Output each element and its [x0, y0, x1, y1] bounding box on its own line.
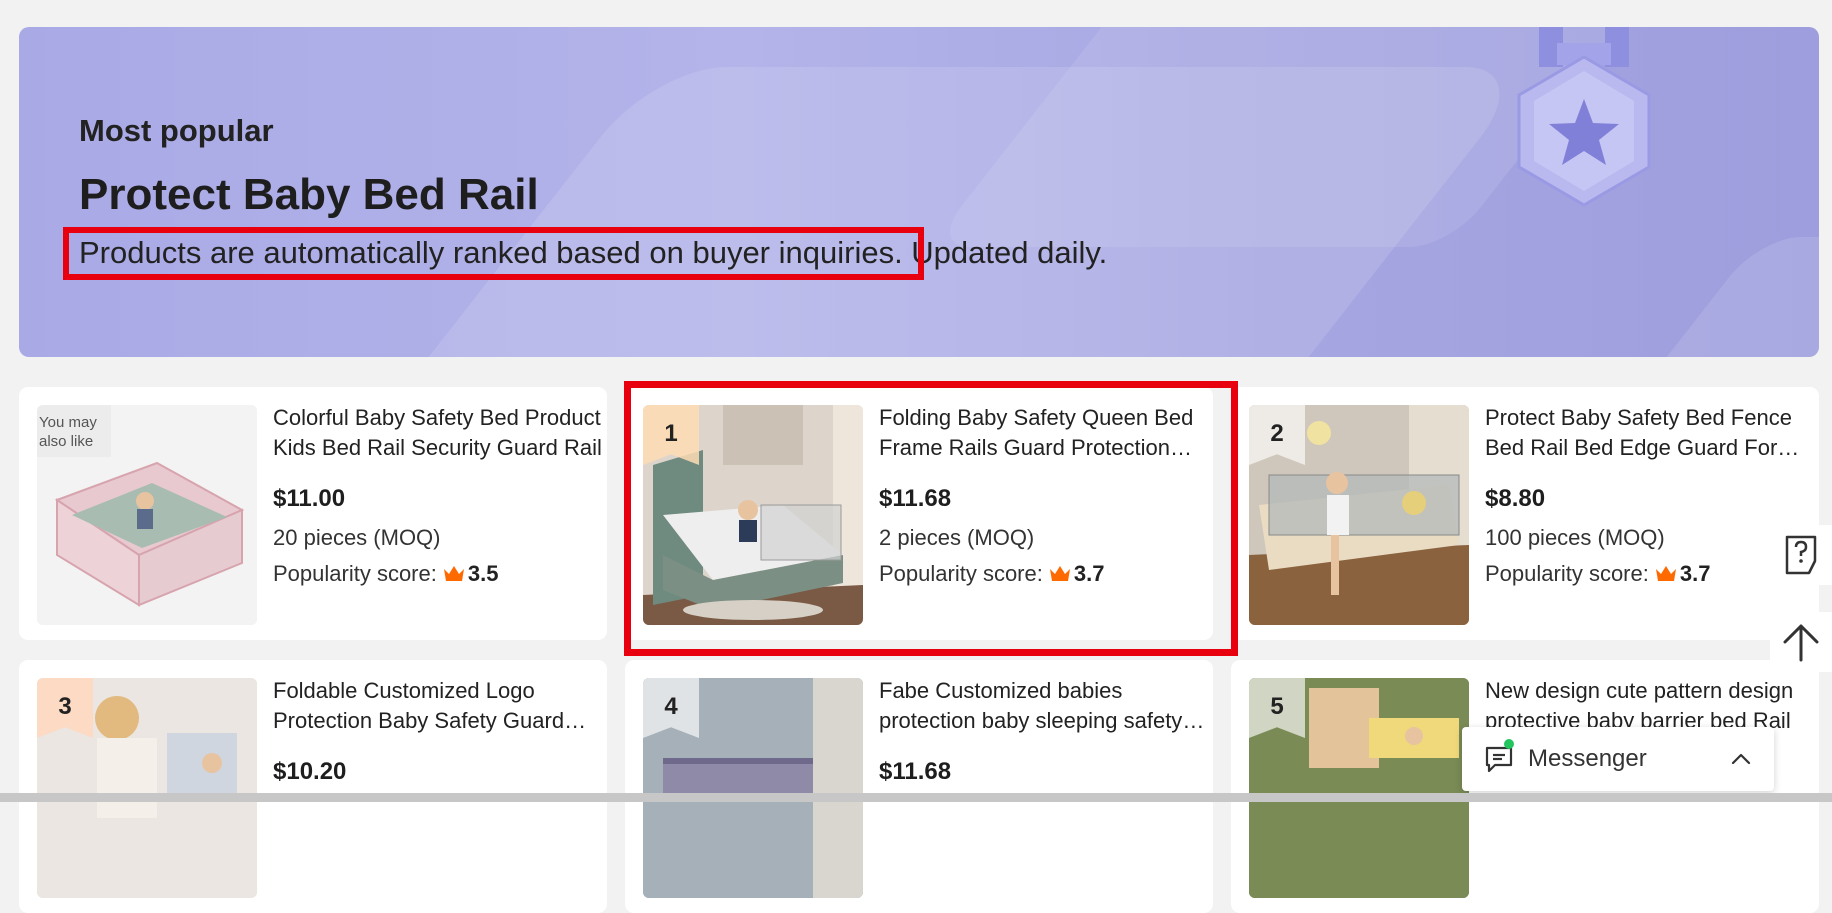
help-button[interactable]: [1770, 525, 1832, 585]
product-image[interactable]: 3: [37, 678, 257, 898]
horizontal-scrollbar[interactable]: [0, 793, 1832, 802]
product-image[interactable]: 5: [1249, 678, 1469, 898]
product-price: $11.68: [879, 485, 952, 512]
product-image[interactable]: 2: [1249, 405, 1469, 625]
popularity-label: Popularity score:: [879, 561, 1043, 586]
help-icon: [1785, 535, 1817, 575]
online-status-dot: [1504, 739, 1514, 749]
arrow-up-icon: [1783, 624, 1819, 662]
popularity-value: 3.7: [1073, 561, 1105, 586]
product-title[interactable]: Colorful Baby Safety Bed Product Kids Be…: [273, 403, 603, 463]
popularity-value: 3.7: [1679, 561, 1711, 586]
popularity-label: Popularity score:: [1485, 561, 1649, 586]
product-moq: 100 pieces (MOQ): [1485, 525, 1665, 550]
product-card[interactable]: 3 Foldable Customized Logo Protection Ba…: [19, 660, 607, 913]
product-image[interactable]: You may also like: [37, 405, 257, 625]
crown-icon: [1049, 566, 1070, 581]
chat-icon-wrap: [1484, 739, 1514, 774]
section-subtitle: Most popular: [79, 113, 274, 148]
messenger-label: Messenger: [1528, 745, 1647, 772]
product-card[interactable]: 1 Folding Baby Safety Queen Bed Frame Ra…: [625, 387, 1213, 640]
crown-icon: [443, 566, 464, 581]
product-title[interactable]: Folding Baby Safety Queen Bed Frame Rail…: [879, 403, 1209, 463]
product-moq: 20 pieces (MOQ): [273, 525, 441, 550]
product-card[interactable]: You may also like Colorful Baby Safety B…: [19, 387, 607, 640]
hero-decor-shape: [1557, 237, 1819, 357]
medal-icon: [1517, 27, 1651, 207]
crown-icon: [1655, 566, 1676, 581]
popularity-score: Popularity score: 3.7: [879, 561, 1104, 587]
back-to-top-button[interactable]: [1770, 612, 1832, 672]
you-may-also-like-badge: You may also like: [37, 405, 111, 457]
product-price: $11.68: [879, 758, 952, 785]
popularity-score: Popularity score: 3.5: [273, 561, 498, 587]
product-image[interactable]: 1: [643, 405, 863, 625]
product-image[interactable]: 4: [643, 678, 863, 898]
product-price: $8.80: [1485, 485, 1546, 512]
product-card[interactable]: 4 Fabe Customized babies protection baby…: [625, 660, 1213, 913]
page-title: Protect Baby Bed Rail: [79, 170, 539, 219]
product-moq: 2 pieces (MOQ): [879, 525, 1035, 550]
product-title[interactable]: Foldable Customized Logo Protection Baby…: [273, 676, 603, 736]
popularity-label: Popularity score:: [273, 561, 437, 586]
chevron-up-icon[interactable]: [1730, 752, 1752, 766]
popularity-score: Popularity score: 3.7: [1485, 561, 1710, 587]
product-title[interactable]: Fabe Customized babies protection baby s…: [879, 676, 1209, 736]
product-card[interactable]: 2 Protect Baby Safety Bed Fence Bed Rail…: [1231, 387, 1819, 640]
product-price: $10.20: [273, 758, 347, 785]
ranking-description: Products are automatically ranked based …: [79, 235, 1108, 270]
product-price: $11.00: [273, 485, 346, 512]
popularity-value: 3.5: [467, 561, 499, 586]
hero-banner: Most popular Protect Baby Bed Rail Produ…: [19, 27, 1819, 357]
product-title[interactable]: Protect Baby Safety Bed Fence Bed Rail B…: [1485, 403, 1815, 463]
messenger-widget[interactable]: Messenger: [1462, 727, 1774, 791]
